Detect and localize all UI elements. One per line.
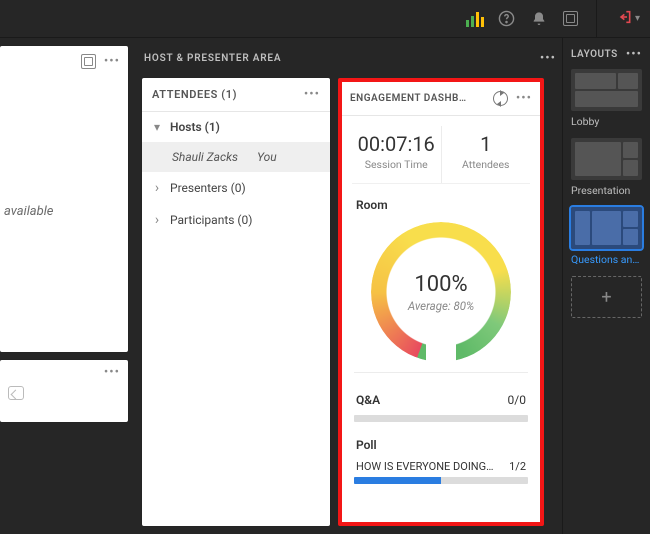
layout-thumb-presentation[interactable] bbox=[571, 138, 642, 180]
dashboard-title: ENGAGEMENT DASHBO… bbox=[350, 93, 470, 104]
attendees-group-hosts[interactable]: Hosts (1) Shauli Zacks You bbox=[142, 112, 330, 172]
layouts-title: LAYOUTS bbox=[571, 49, 618, 60]
chevron-right-icon bbox=[152, 212, 162, 228]
qa-section-title: Q&A 0/0 bbox=[342, 379, 540, 411]
more-icon[interactable]: ••• bbox=[104, 366, 120, 379]
share-pod: ••• available bbox=[0, 46, 128, 352]
session-time-cell: 00:07:16 Session Time bbox=[352, 126, 442, 183]
fullscreen-icon[interactable] bbox=[81, 54, 96, 69]
attendees-group-participants[interactable]: Participants (0) bbox=[142, 204, 330, 236]
exit-button[interactable]: ▾ bbox=[613, 9, 644, 29]
group-label: Participants (0) bbox=[170, 213, 252, 227]
fullscreen-icon[interactable] bbox=[562, 10, 580, 28]
help-icon[interactable] bbox=[498, 10, 516, 28]
chevron-down-icon bbox=[152, 120, 162, 134]
reply-icon[interactable] bbox=[8, 386, 24, 400]
layouts-sidebar: LAYOUTS ••• Lobby Presentation Questions… bbox=[562, 38, 650, 534]
divider bbox=[354, 372, 528, 373]
engagement-percent: 100% bbox=[414, 272, 467, 297]
chart-bars-icon[interactable] bbox=[466, 10, 484, 28]
chat-pod: ••• bbox=[0, 360, 128, 422]
layout-label: Lobby bbox=[571, 115, 642, 128]
more-icon[interactable]: ••• bbox=[516, 92, 532, 105]
refresh-icon[interactable] bbox=[493, 91, 508, 106]
chevron-right-icon bbox=[152, 180, 162, 196]
add-layout-button[interactable]: + bbox=[571, 276, 642, 318]
engagement-dashboard: ENGAGEMENT DASHBO… ••• 00:07:16 Session … bbox=[342, 82, 540, 522]
poll-section-title: Poll bbox=[342, 432, 540, 456]
host-presenter-header: HOST & PRESENTER AREA ••• bbox=[142, 46, 562, 70]
exit-icon bbox=[617, 9, 633, 29]
group-label: Presenters (0) bbox=[170, 181, 246, 195]
share-placeholder-text: available bbox=[4, 204, 53, 219]
session-time-value: 00:07:16 bbox=[354, 132, 439, 156]
attendees-count-label: Attendees bbox=[444, 158, 529, 171]
layout-label: Questions and… bbox=[571, 253, 642, 266]
qa-progress-bar bbox=[354, 415, 528, 422]
poll-progress-bar bbox=[354, 477, 528, 484]
group-label: Hosts (1) bbox=[170, 120, 220, 134]
more-icon[interactable]: ••• bbox=[540, 52, 556, 65]
poll-count: 1/2 bbox=[509, 460, 526, 473]
stats-row: 00:07:16 Session Time 1 Attendees bbox=[352, 126, 530, 184]
room-section-title: Room bbox=[342, 184, 540, 216]
divider bbox=[596, 0, 597, 38]
layout-thumb-lobby[interactable] bbox=[571, 69, 642, 111]
attendee-row[interactable]: Shauli Zacks You bbox=[142, 142, 330, 172]
poll-question: HOW IS EVERYONE DOING … bbox=[356, 460, 496, 473]
plus-icon: + bbox=[601, 287, 611, 308]
attendee-name: Shauli Zacks bbox=[172, 150, 238, 164]
attendees-title: ATTENDEES (1) bbox=[152, 88, 237, 101]
more-icon[interactable]: ••• bbox=[304, 88, 320, 101]
layout-thumb-questions[interactable] bbox=[571, 207, 642, 249]
layout-label: Presentation bbox=[571, 184, 642, 197]
engagement-average: Average: 80% bbox=[408, 299, 474, 313]
chevron-down-icon: ▾ bbox=[635, 13, 640, 24]
engagement-gauge: 100% Average: 80% bbox=[371, 222, 511, 362]
more-icon[interactable]: ••• bbox=[626, 48, 642, 61]
attendees-count-value: 1 bbox=[444, 132, 529, 156]
qa-count: 0/0 bbox=[508, 393, 526, 407]
more-icon[interactable]: ••• bbox=[104, 55, 120, 68]
host-presenter-label: HOST & PRESENTER AREA bbox=[144, 53, 281, 64]
session-time-label: Session Time bbox=[354, 158, 439, 171]
left-pods-column: ••• available ••• bbox=[0, 38, 136, 534]
top-toolbar: ▾ bbox=[0, 0, 650, 38]
bell-icon[interactable] bbox=[530, 10, 548, 28]
attendees-count-cell: 1 Attendees bbox=[442, 126, 531, 183]
attendee-you-label: You bbox=[257, 150, 277, 164]
poll-question-row: HOW IS EVERYONE DOING … 1/2 bbox=[342, 456, 540, 473]
engagement-dashboard-highlight: ENGAGEMENT DASHBO… ••• 00:07:16 Session … bbox=[338, 78, 544, 526]
attendees-group-presenters[interactable]: Presenters (0) bbox=[142, 172, 330, 204]
attendees-panel: ATTENDEES (1) ••• Hosts (1) Shauli Zacks… bbox=[142, 78, 330, 526]
